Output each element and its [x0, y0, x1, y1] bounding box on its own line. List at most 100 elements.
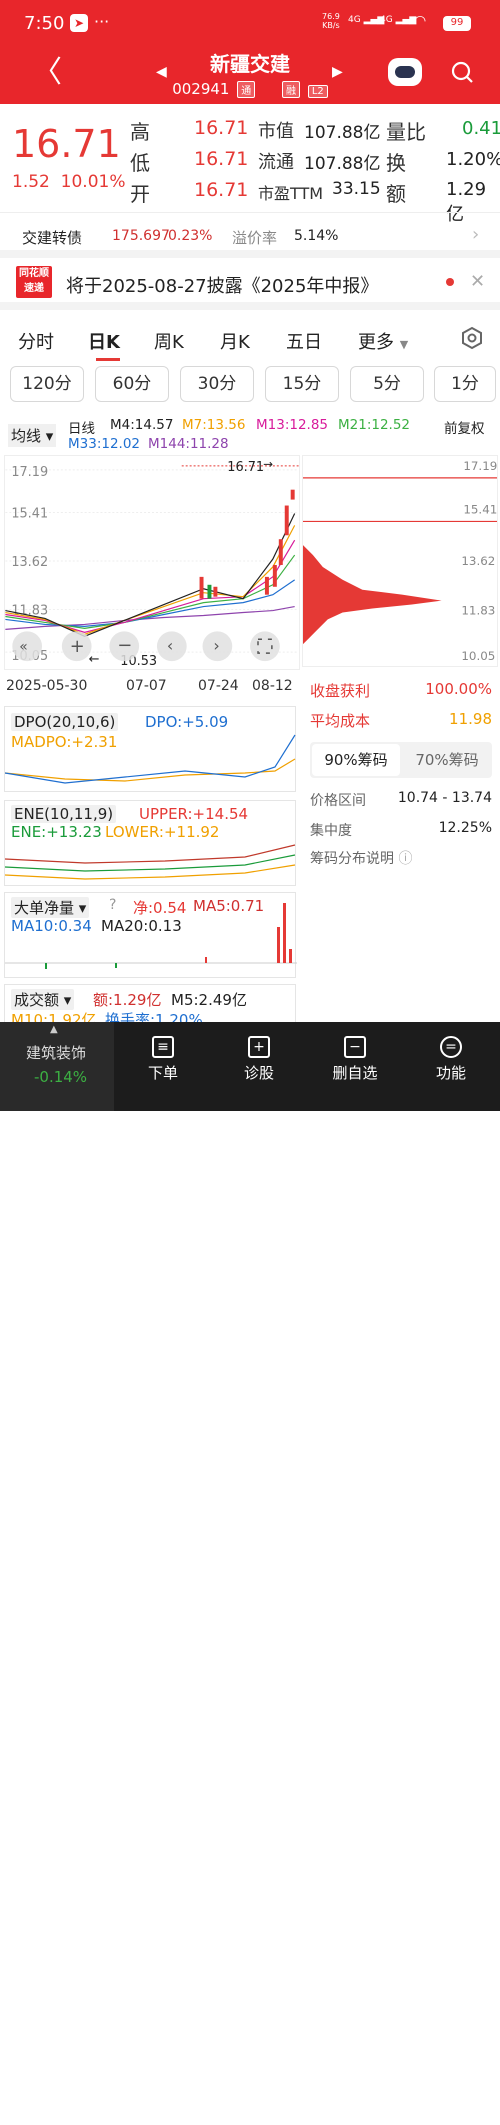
- nav-order[interactable]: ≡ 下单: [128, 1036, 198, 1083]
- big-order-panel[interactable]: 大单净量 ▾ ? 净:0.54 MA5:0.71 MA10:0.34 MA20:…: [4, 892, 297, 978]
- ma-legend: 均线 ▾ 日线 M4:14.57 M7:13.56 M13:12.85 M21:…: [0, 414, 500, 454]
- sector-tile[interactable]: ▲ 建筑装饰 -0.14%: [0, 1022, 114, 1111]
- dpo-panel[interactable]: DPO(20,10,6) DPO:+5.09 MADPO:+2.31: [4, 706, 296, 792]
- profit-value: 100.00%: [425, 680, 492, 698]
- chevron-right-icon: ›: [472, 224, 480, 245]
- arrow-right-icon: →: [263, 457, 273, 471]
- convertible-bond-row[interactable]: 交建转债 175.697 0.23% 溢价率 5.14% ›: [0, 212, 500, 258]
- axis-price-1: 15.41: [11, 506, 48, 521]
- volume-selector[interactable]: 成交额 ▾: [11, 989, 75, 1010]
- tab-chip-70[interactable]: 70%筹码: [404, 744, 490, 776]
- date-0: 2025-05-30: [6, 678, 88, 694]
- mcap-label: 市值: [258, 121, 294, 142]
- tab-monthly-k[interactable]: 月K: [220, 328, 250, 354]
- pe-value: 33.15: [332, 179, 381, 199]
- turnover-label: 换: [386, 151, 406, 175]
- ma-m144: M144:11.28: [148, 436, 229, 452]
- low-mark-arrow-icon: ←: [89, 652, 100, 667]
- stock-title: 新疆交建: [210, 52, 290, 76]
- battery-icon: 99: [443, 16, 471, 31]
- tag-tong: 通: [237, 81, 256, 98]
- axis-top-price: 17.19: [11, 465, 48, 480]
- tab-daily-k[interactable]: 日K: [88, 328, 120, 354]
- date-axis: 2025-05-30 07-07 07-24 08-12: [0, 678, 300, 698]
- settings-hex-icon[interactable]: [460, 326, 484, 350]
- premium-label: 溢价率: [232, 229, 278, 247]
- ma-m33: M33:12.02: [68, 436, 141, 452]
- search-icon[interactable]: [450, 60, 474, 84]
- bigorder-bars: [5, 903, 297, 969]
- open-value: 16.71: [194, 179, 249, 201]
- nav-remove-watchlist[interactable]: − 删自选: [320, 1036, 390, 1083]
- active-tab-indicator: [96, 358, 120, 361]
- top-bar: 7:50 ➤ ··· 76.9 KB/s 4G ▂▄▆ 4G ▂▄▆ ◠ 99 〈…: [0, 0, 500, 104]
- next-stock-button[interactable]: ▶: [332, 64, 343, 80]
- concentration-label: 集中度: [310, 823, 352, 839]
- vr-value: 0.41: [462, 118, 500, 139]
- range-label: 价格区间: [310, 793, 366, 809]
- status-bar: 7:50 ➤ ··· 76.9 KB/s 4G ▂▄▆ 4G ▂▄▆ ◠ 99: [0, 0, 500, 44]
- bond-pct: 0.23%: [168, 228, 213, 244]
- chip-axis-2: 13.62: [461, 554, 495, 568]
- turnover-value: 1.20%: [446, 149, 500, 170]
- ma33-line: [5, 579, 295, 627]
- nav-diagnose[interactable]: + 诊股: [224, 1036, 294, 1083]
- close-icon[interactable]: ✕: [470, 271, 485, 292]
- high-label: 高: [130, 120, 150, 144]
- period-5m[interactable]: 5分: [350, 366, 424, 402]
- news-notice[interactable]: 同花顺 速递 将于2025-08-27披露《2025年中报》 ✕: [0, 258, 500, 310]
- high-mark-label: 16.71: [227, 460, 264, 475]
- chevron-right-icon: ›: [213, 636, 219, 655]
- signal-icon-1: 4G ▂▄▆: [348, 15, 385, 25]
- ths-logo: 同花顺 速递: [16, 266, 52, 298]
- nav-functions[interactable]: = 功能: [416, 1036, 486, 1083]
- sector-pct: -0.14%: [34, 1068, 88, 1086]
- volume-panel[interactable]: 成交额 ▾ 额:1.29亿 M5:2.49亿 M10:1.92亿 换手率:1.2…: [4, 984, 296, 1029]
- remove-icon: −: [344, 1036, 366, 1058]
- volume-amount: 额:1.29亿: [93, 991, 162, 1009]
- tab-intraday[interactable]: 分时: [18, 328, 54, 354]
- kline-chart[interactable]: 17.19 15.41 13.62 11.83 10.05 16.71 → ← …: [4, 455, 300, 670]
- ma-selector[interactable]: 均线 ▾: [8, 424, 57, 447]
- status-dots: ···: [94, 12, 110, 31]
- signal-icon-2: 4G ▂▄▆: [380, 15, 417, 25]
- price-change: 1.52 10.01%: [12, 172, 126, 192]
- plus-icon: +: [70, 636, 85, 657]
- tab-weekly-k[interactable]: 周K: [154, 328, 184, 354]
- period-1m[interactable]: 1分: [434, 366, 496, 402]
- date-3: 08-12: [252, 678, 293, 694]
- period-15m[interactable]: 15分: [265, 366, 339, 402]
- minus-icon: −: [117, 635, 132, 656]
- adjust-type[interactable]: 前复权: [444, 417, 485, 437]
- premium-value: 5.14%: [294, 228, 339, 244]
- open-label: 开: [130, 182, 150, 206]
- candles: [199, 489, 295, 599]
- last-price: 16.71: [12, 122, 121, 166]
- back-button[interactable]: 〈: [32, 58, 62, 88]
- dpo-lines: [5, 734, 296, 784]
- period-60m[interactable]: 60分: [95, 366, 169, 402]
- notice-text: 将于2025-08-27披露《2025年中报》: [66, 276, 379, 297]
- caret-down-icon: ▼: [399, 338, 409, 351]
- chip-distribution-chart: 17.19 15.41 13.62 11.83 10.05: [302, 455, 498, 667]
- status-time: 7:50: [24, 13, 65, 34]
- tab-more[interactable]: 更多 ▼: [358, 328, 408, 354]
- tab-chip-90[interactable]: 90%筹码: [312, 744, 400, 776]
- float-label: 流通: [258, 152, 294, 173]
- fullscreen-button[interactable]: [250, 631, 280, 662]
- ene-panel[interactable]: ENE(10,11,9) UPPER:+14.54 ENE:+13.23 LOW…: [4, 800, 296, 886]
- mcap-value: 107.88亿: [304, 123, 381, 143]
- chip-axis-0: 17.19: [463, 459, 497, 473]
- period-30m[interactable]: 30分: [180, 366, 254, 402]
- chip-axis-3: 11.83: [461, 603, 495, 617]
- chip-help-link[interactable]: 筹码分布说明 ⓘ: [310, 848, 412, 868]
- avg-cost-label: 平均成本: [310, 712, 371, 730]
- tab-five-day[interactable]: 五日: [286, 328, 322, 354]
- avg-cost-value: 11.98: [449, 710, 492, 728]
- ma-type: 日线: [68, 421, 95, 437]
- robot-assistant-icon[interactable]: [388, 58, 422, 86]
- period-120m[interactable]: 120分: [10, 366, 84, 402]
- double-chevron-left-icon: «: [19, 639, 27, 655]
- diagnose-icon: +: [248, 1036, 270, 1058]
- net-speed: 76.9 KB/s: [322, 12, 340, 30]
